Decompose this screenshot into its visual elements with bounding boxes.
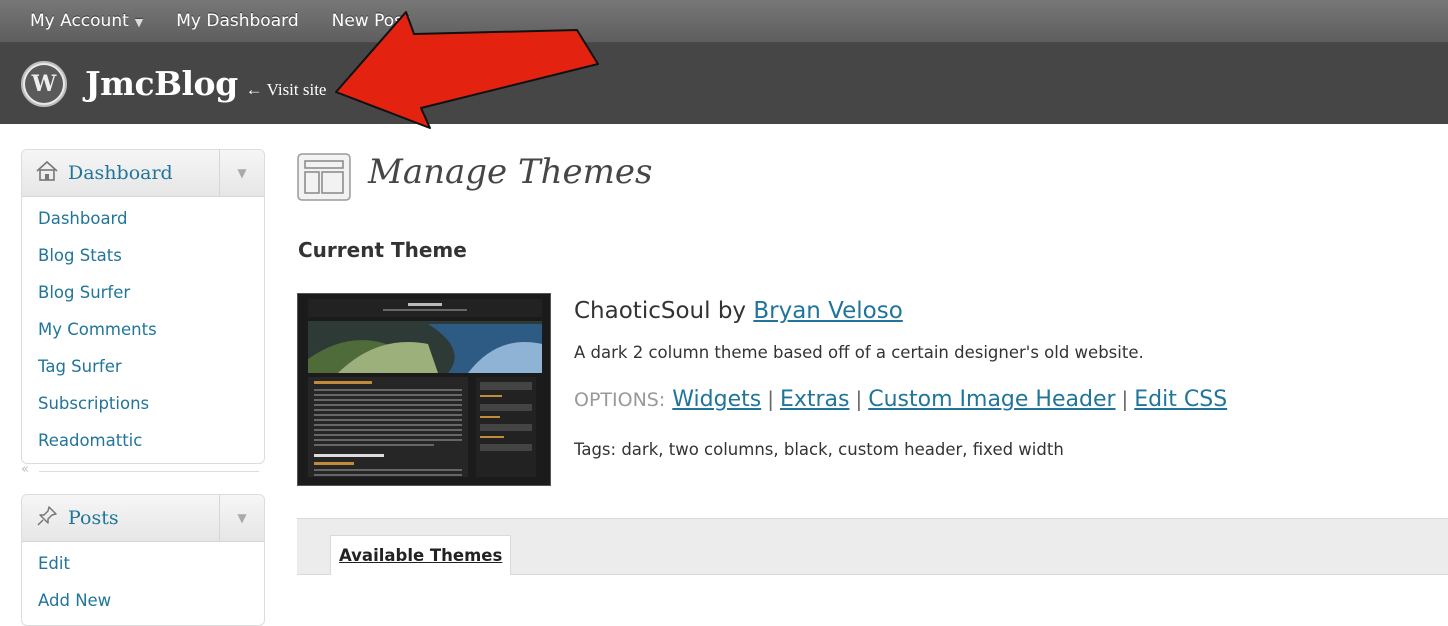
extras-link[interactable]: Extras <box>780 387 850 412</box>
house-icon <box>34 160 60 186</box>
posts-menu-header[interactable]: Posts ▼ <box>22 495 264 542</box>
theme-options: OPTIONS: Widgets | Extras | Custom Image Hea… <box>574 387 1227 412</box>
theme-by-label: by <box>717 298 747 324</box>
pushpin-icon <box>34 504 60 532</box>
separator: | <box>767 387 774 411</box>
custom-image-header-link[interactable]: Custom Image Header <box>868 387 1115 412</box>
wordpress-logo-icon[interactable]: W <box>21 60 67 107</box>
triangle-down-icon[interactable]: ▼ <box>219 150 264 196</box>
new-post-link[interactable]: New Post <box>332 11 410 31</box>
chevron-down-icon: ▼ <box>134 16 144 29</box>
triangle-down-icon[interactable]: ▼ <box>219 495 264 541</box>
separator: | <box>1121 387 1129 411</box>
admin-bar: My Account ▼ My Dashboard New Post <box>0 0 1448 43</box>
posts-submenu: Edit Add New <box>22 542 264 623</box>
tab-available-themes[interactable]: Available Themes <box>330 535 512 575</box>
separator: | <box>855 387 863 411</box>
edit-css-link[interactable]: Edit CSS <box>1134 387 1227 412</box>
site-header: W JmcBlog ← Visit site <box>0 43 1448 124</box>
sidebar-item-add-new[interactable]: Add New <box>22 582 264 619</box>
sidebar-item-subscriptions[interactable]: Subscriptions <box>22 385 264 422</box>
theme-name: ChaoticSoul <box>574 298 711 324</box>
dashboard-submenu: Dashboard Blog Stats Blog Surfer My Comm… <box>22 197 264 463</box>
my-dashboard-link[interactable]: My Dashboard <box>176 11 298 31</box>
sidebar-item-edit[interactable]: Edit <box>22 545 264 582</box>
current-theme-heading: Current Theme <box>298 238 467 262</box>
theme-tags: Tags: dark, two columns, black, custom h… <box>574 440 1064 459</box>
posts-menu-title: Posts <box>68 507 119 529</box>
blog-name[interactable]: JmcBlog <box>85 64 238 103</box>
collapse-menu: « <box>21 462 263 482</box>
visit-site-link[interactable]: ← Visit site <box>246 80 327 100</box>
dashboard-menu-title: Dashboard <box>68 162 173 184</box>
theme-author-link[interactable]: Bryan Veloso <box>753 298 902 324</box>
sidebar-item-blog-surfer[interactable]: Blog Surfer <box>22 274 264 311</box>
collapse-menu-button[interactable]: « <box>21 462 29 477</box>
sidebar-item-dashboard[interactable]: Dashboard <box>22 200 264 237</box>
sidebar-item-blog-stats[interactable]: Blog Stats <box>22 237 264 274</box>
options-label: OPTIONS: <box>574 389 666 411</box>
posts-menu: Posts ▼ Edit Add New <box>21 494 265 626</box>
dashboard-menu-header[interactable]: Dashboard ▼ <box>22 150 264 197</box>
theme-title: ChaoticSoul by Bryan Veloso <box>574 298 903 324</box>
theme-description: A dark 2 column theme based off of a cer… <box>574 343 1144 362</box>
my-account-menu[interactable]: My Account ▼ <box>30 11 143 31</box>
sidebar-item-readomattic[interactable]: Readomattic <box>22 422 264 459</box>
sidebar-item-tag-surfer[interactable]: Tag Surfer <box>22 348 264 385</box>
divider <box>39 471 259 472</box>
themes-tab-bar: Available Themes <box>297 518 1448 575</box>
widgets-link[interactable]: Widgets <box>672 387 761 412</box>
my-account-label: My Account <box>30 11 129 31</box>
page-title: Manage Themes <box>368 152 653 192</box>
themes-page-icon <box>297 153 351 201</box>
theme-screenshot <box>297 293 551 486</box>
sidebar-item-my-comments[interactable]: My Comments <box>22 311 264 348</box>
dashboard-menu: Dashboard ▼ Dashboard Blog Stats Blog Su… <box>21 149 265 464</box>
